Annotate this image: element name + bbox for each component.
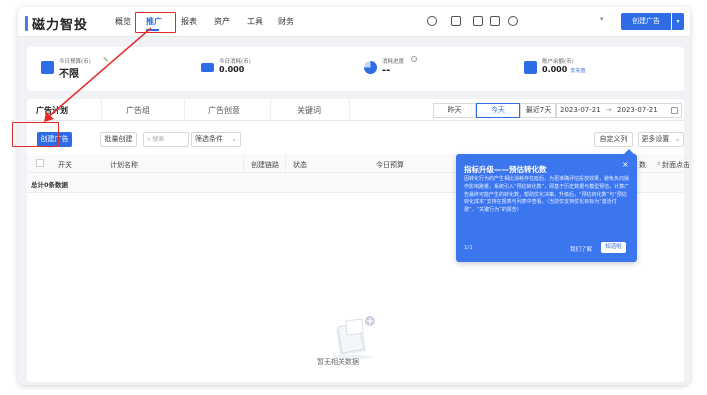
create-ad-top-button[interactable]: 创建广告 bbox=[621, 13, 671, 30]
search-icon: ⌕ bbox=[147, 136, 151, 143]
empty-folder-icon bbox=[332, 316, 375, 360]
popup-learn-more-link[interactable]: 我们了解 bbox=[570, 245, 592, 253]
tab-ad-group[interactable]: 广告组 bbox=[126, 105, 150, 116]
stats-panel: 今日预算(币) 不限 ✎ 今日消耗(币) 0.000 消耗进度 -- 账户余额(… bbox=[27, 47, 684, 91]
bell-icon[interactable] bbox=[473, 16, 483, 26]
app-window: 磁力智投 概览 报表 资产 工具 财务 推广 ▾ 创建广告 ▾ 今日预算(币) … bbox=[18, 7, 690, 385]
stat-balance-label: 账户余额(币) bbox=[542, 59, 574, 65]
target-icon[interactable] bbox=[427, 16, 437, 26]
popup-body: 因转化行为的产生相比消耗存在延后，为更准确评估投放效果，避免负向操作影响跑量，系… bbox=[464, 176, 630, 214]
stat-spend-value: 0.000 bbox=[219, 65, 245, 74]
logo-mark-icon bbox=[25, 16, 28, 31]
info-icon[interactable] bbox=[411, 56, 417, 62]
col-conversions[interactable]: 数 bbox=[639, 160, 646, 170]
nav-item-promotion-label: 推广 bbox=[146, 17, 162, 26]
account-dropdown-icon[interactable]: ▾ bbox=[600, 15, 604, 23]
nav-item-finance[interactable]: 财务 bbox=[278, 16, 294, 27]
calendar-icon bbox=[671, 107, 678, 114]
balance-amount: 0.000 bbox=[542, 65, 568, 74]
date-start: 2023-07-21 bbox=[560, 106, 601, 114]
col-cover-clicks[interactable]: 封面点击数 bbox=[662, 160, 690, 170]
nav-item-tools[interactable]: 工具 bbox=[247, 16, 263, 27]
range-7days-button[interactable]: 最近7天 bbox=[520, 103, 557, 118]
range-today-button[interactable]: 今天 bbox=[476, 103, 520, 118]
balance-icon bbox=[524, 61, 537, 74]
message-icon[interactable] bbox=[490, 16, 500, 26]
pie-icon bbox=[364, 61, 377, 74]
batch-create-button[interactable]: 批量创建 bbox=[100, 132, 137, 147]
chevron-down-icon: ⌄ bbox=[231, 135, 238, 143]
create-ad-dropdown-button[interactable]: ▾ bbox=[672, 13, 684, 30]
nav-item-overview[interactable]: 概览 bbox=[115, 16, 131, 27]
tab-ad-plan[interactable]: 广告计划 bbox=[36, 105, 68, 116]
tab-keywords[interactable]: 关键词 bbox=[297, 105, 321, 116]
more-settings-button[interactable]: 更多设置 ⌄ bbox=[638, 132, 684, 147]
wallet-icon bbox=[201, 63, 214, 72]
document-icon[interactable] bbox=[451, 16, 461, 26]
search-input[interactable]: ⌕ 搜索 bbox=[143, 132, 189, 147]
help-icon[interactable] bbox=[508, 16, 518, 26]
select-all-checkbox[interactable] bbox=[36, 159, 44, 167]
stat-balance-value: 0.000 去充值 bbox=[542, 65, 585, 74]
budget-icon bbox=[41, 61, 54, 74]
stat-progress-label: 消耗进度 bbox=[382, 59, 405, 65]
date-separator: → bbox=[605, 106, 612, 114]
chevron-down-icon: ⌄ bbox=[674, 135, 681, 143]
top-nav-bar: 磁力智投 概览 报表 资产 工具 财务 推广 ▾ 创建广告 ▾ bbox=[18, 7, 690, 37]
filter-dropdown[interactable]: 筛选条件 ⌄ bbox=[191, 132, 241, 147]
nav-item-reports[interactable]: 报表 bbox=[181, 16, 197, 27]
tab-divider bbox=[270, 99, 271, 121]
col-switch[interactable]: 开关 bbox=[58, 160, 72, 170]
logo[interactable]: 磁力智投 bbox=[25, 14, 88, 33]
edit-icon[interactable]: ✎ bbox=[103, 56, 109, 64]
annotation-highlight-box bbox=[12, 122, 59, 147]
col-status[interactable]: 状态 bbox=[293, 160, 307, 170]
date-range-picker[interactable]: 2023-07-21 → 2023-07-21 bbox=[555, 103, 682, 118]
stat-budget-label: 今日预算(币) bbox=[59, 59, 91, 65]
tab-divider bbox=[101, 99, 102, 121]
stat-spend-label: 今日消耗(币) bbox=[219, 59, 251, 65]
stat-progress-value: -- bbox=[382, 65, 391, 76]
popup-pagination: 1/1 bbox=[464, 245, 473, 251]
range-yesterday-button[interactable]: 昨天 bbox=[433, 103, 476, 118]
nav-item-promotion[interactable]: 推广 bbox=[135, 12, 176, 33]
popup-title: 指标升级——预估转化数 bbox=[464, 165, 547, 174]
more-settings-label: 更多设置 bbox=[641, 135, 670, 143]
tab-bar: 广告计划 广告组 广告创意 关键词 昨天 今天 最近7天 2023-07-21 … bbox=[27, 99, 684, 121]
col-create-path[interactable]: 创建链路 bbox=[251, 160, 279, 170]
col-today-budget[interactable]: 今日预算 bbox=[376, 160, 404, 170]
tab-divider bbox=[349, 99, 350, 121]
date-end: 2023-07-21 bbox=[617, 106, 658, 114]
logo-text: 磁力智投 bbox=[32, 18, 89, 33]
nav-item-assets[interactable]: 资产 bbox=[214, 16, 230, 27]
total-count: 总计0条数据 bbox=[31, 181, 69, 189]
feature-tip-popup: 指标升级——预估转化数 × 因转化行为的产生相比消耗存在延后，为更准确评估投放效… bbox=[456, 149, 637, 262]
col-plan-name[interactable]: 计划名称 bbox=[110, 160, 138, 170]
popup-pointer bbox=[624, 149, 634, 154]
custom-columns-button[interactable]: 自定义列 bbox=[594, 132, 633, 147]
stat-budget-value: 不限 bbox=[59, 69, 79, 80]
popup-ok-button[interactable]: 知道啦 bbox=[601, 242, 626, 253]
recharge-link[interactable]: 去充值 bbox=[570, 68, 585, 74]
action-toolbar: 创建广告 批量创建 ⌕ 搜索 筛选条件 ⌄ 自定义列 更多设置 ⌄ bbox=[27, 132, 684, 154]
sort-icon[interactable]: ⇕ bbox=[657, 161, 661, 167]
tab-ad-creative[interactable]: 广告创意 bbox=[208, 105, 240, 116]
filter-label: 筛选条件 bbox=[195, 135, 223, 143]
close-icon[interactable]: × bbox=[622, 160, 629, 169]
search-placeholder: 搜索 bbox=[152, 136, 165, 143]
active-underline bbox=[146, 29, 159, 31]
empty-state-text: 暂无相关数据 bbox=[317, 358, 359, 366]
tab-divider bbox=[184, 99, 185, 121]
